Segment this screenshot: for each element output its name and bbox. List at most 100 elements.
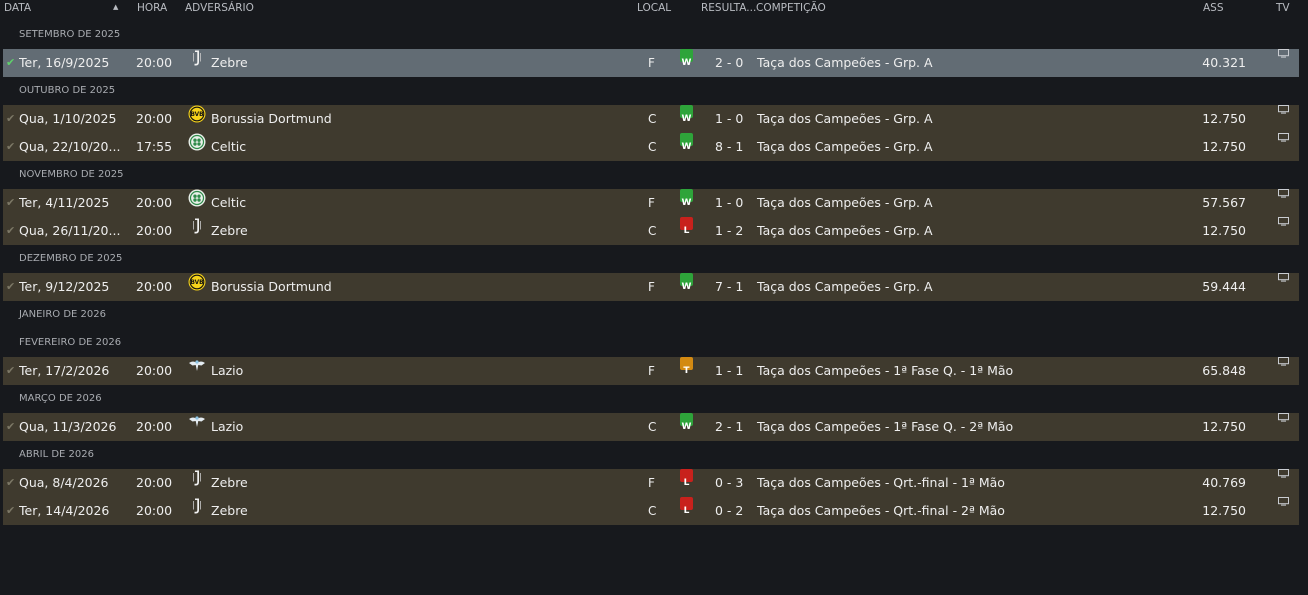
opponent-name[interactable]: Celtic [211,189,246,217]
month-group-header: DEZEMBRO DE 2025 [19,253,123,264]
checkmark-icon: ✔ [6,140,16,153]
competition-name[interactable]: Taça dos Campeões - 1ª Fase Q. - 2ª Mão [757,413,1013,441]
fixture-date: Ter, 16/9/2025 [19,55,110,70]
fixture-time: 17:55 [136,139,173,154]
venue-indicator: C [648,420,657,434]
opponent-name[interactable]: Zebre [211,217,248,245]
fixture-row[interactable]: ✔ Qua, 11/3/2026 20:00 Lazio C W 2 - 1 T… [3,413,1299,441]
tv-icon [1278,273,1289,282]
opponent-name[interactable]: Lazio [211,357,243,385]
column-header-competition[interactable]: COMPETIÇÃO [756,2,826,14]
opponent-name[interactable]: Lazio [211,413,243,441]
fixture-time: 20:00 [136,419,173,434]
competition-name[interactable]: Taça dos Campeões - Qrt.-final - 2ª Mão [757,497,1005,525]
column-header-tv[interactable]: TV [1276,2,1290,14]
fixture-row[interactable]: ✔ Ter, 16/9/2025 20:00 Zebre F W 2 - 0 T… [3,49,1299,77]
competition-name[interactable]: Taça dos Campeões - 1ª Fase Q. - 1ª Mão [757,357,1013,385]
fixture-date: Ter, 17/2/2026 [19,363,110,378]
attendance-value: 12.750 [1202,139,1246,154]
column-header-date[interactable]: DATA [4,2,31,14]
opponent-name[interactable]: Celtic [211,133,246,161]
dortmund-crest-icon: BVB [188,105,206,123]
result-badge: W [680,413,693,432]
svg-text:BVB: BVB [190,112,204,118]
fixture-date: Qua, 8/4/2026 [19,475,109,490]
juventus-crest-icon [188,217,206,235]
match-score: 1 - 0 [715,195,744,210]
result-badge: W [680,49,693,68]
result-badge: W [680,105,693,124]
tv-icon [1278,217,1289,226]
opponent-name[interactable]: Zebre [211,49,248,77]
opponent-name[interactable]: Zebre [211,497,248,525]
month-group-header: JANEIRO DE 2026 [19,309,107,320]
opponent-name[interactable]: Borussia Dortmund [211,273,332,301]
opponent-name[interactable]: Zebre [211,469,248,497]
column-header-venue[interactable]: LOCAL [637,2,671,14]
checkmark-icon: ✔ [6,504,16,517]
result-badge: W [680,133,693,152]
checkmark-icon: ✔ [6,224,16,237]
attendance-value: 40.769 [1202,475,1246,490]
month-group-header: MARÇO DE 2026 [19,393,102,404]
venue-indicator: F [648,196,655,210]
venue-indicator: F [648,56,655,70]
fixture-row[interactable]: ✔ Ter, 4/11/2025 20:00 Celtic F W 1 - 0 … [3,189,1299,217]
fixture-time: 20:00 [136,55,173,70]
column-header-result[interactable]: RESULTA... [701,2,756,14]
checkmark-icon: ✔ [6,476,16,489]
fixture-date: Qua, 22/10/20... [19,139,121,154]
checkmark-icon: ✔ [6,56,16,69]
lazio-crest-icon [188,413,206,431]
fixture-date: Qua, 1/10/2025 [19,111,117,126]
competition-name[interactable]: Taça dos Campeões - Grp. A [757,105,933,133]
match-score: 1 - 2 [715,223,744,238]
fixture-row[interactable]: ✔ Ter, 17/2/2026 20:00 Lazio F T 1 - 1 T… [3,357,1299,385]
match-score: 2 - 0 [715,55,744,70]
competition-name[interactable]: Taça dos Campeões - Grp. A [757,49,933,77]
result-badge: L [680,497,693,516]
attendance-value: 40.321 [1202,55,1246,70]
lazio-crest-icon [188,357,206,375]
match-score: 0 - 2 [715,503,744,518]
fixture-list: SETEMBRO DE 2025 ✔ Ter, 16/9/2025 20:00 … [3,21,1299,525]
fixture-row[interactable]: ✔ Qua, 8/4/2026 20:00 Zebre F L 0 - 3 Ta… [3,469,1299,497]
attendance-value: 65.848 [1202,363,1246,378]
fixture-row[interactable]: ✔ Qua, 1/10/2025 20:00 BVB Borussia Dort… [3,105,1299,133]
attendance-value: 12.750 [1202,503,1246,518]
juventus-crest-icon [188,469,206,487]
month-group-header: FEVEREIRO DE 2026 [19,337,122,348]
competition-name[interactable]: Taça dos Campeões - Grp. A [757,189,933,217]
venue-indicator: C [648,112,657,126]
fixture-date: Ter, 4/11/2025 [19,195,110,210]
fixture-row[interactable]: ✔ Qua, 22/10/20... 17:55 Celtic C W 8 - … [3,133,1299,161]
opponent-name[interactable]: Borussia Dortmund [211,105,332,133]
checkmark-icon: ✔ [6,420,16,433]
sort-ascending-icon[interactable]: ▲ [113,3,118,11]
column-header-attendance[interactable]: ASS [1203,2,1224,14]
fixture-row[interactable]: ✔ Qua, 26/11/20... 20:00 Zebre C L 1 - 2… [3,217,1299,245]
checkmark-icon: ✔ [6,112,16,125]
tv-icon [1278,49,1289,58]
competition-name[interactable]: Taça dos Campeões - Qrt.-final - 1ª Mão [757,469,1005,497]
competition-name[interactable]: Taça dos Campeões - Grp. A [757,217,933,245]
dortmund-crest-icon: BVB [188,273,206,291]
fixture-time: 20:00 [136,363,173,378]
checkmark-icon: ✔ [6,196,16,209]
fixture-row[interactable]: ✔ Ter, 9/12/2025 20:00 BVB Borussia Dort… [3,273,1299,301]
venue-indicator: F [648,476,655,490]
attendance-value: 59.444 [1202,279,1246,294]
tv-icon [1278,105,1289,114]
fixture-time: 20:00 [136,223,173,238]
fixture-row[interactable]: ✔ Ter, 14/4/2026 20:00 Zebre C L 0 - 2 T… [3,497,1299,525]
column-header-time[interactable]: HORA [137,2,167,14]
venue-indicator: F [648,364,655,378]
competition-name[interactable]: Taça dos Campeões - Grp. A [757,273,933,301]
match-score: 7 - 1 [715,279,744,294]
month-group-header: SETEMBRO DE 2025 [19,29,121,40]
column-header-opponent[interactable]: ADVERSÁRIO [185,2,254,14]
fixture-date: Qua, 11/3/2026 [19,419,117,434]
month-group-header: ABRIL DE 2026 [19,449,94,460]
competition-name[interactable]: Taça dos Campeões - Grp. A [757,133,933,161]
attendance-value: 57.567 [1202,195,1246,210]
